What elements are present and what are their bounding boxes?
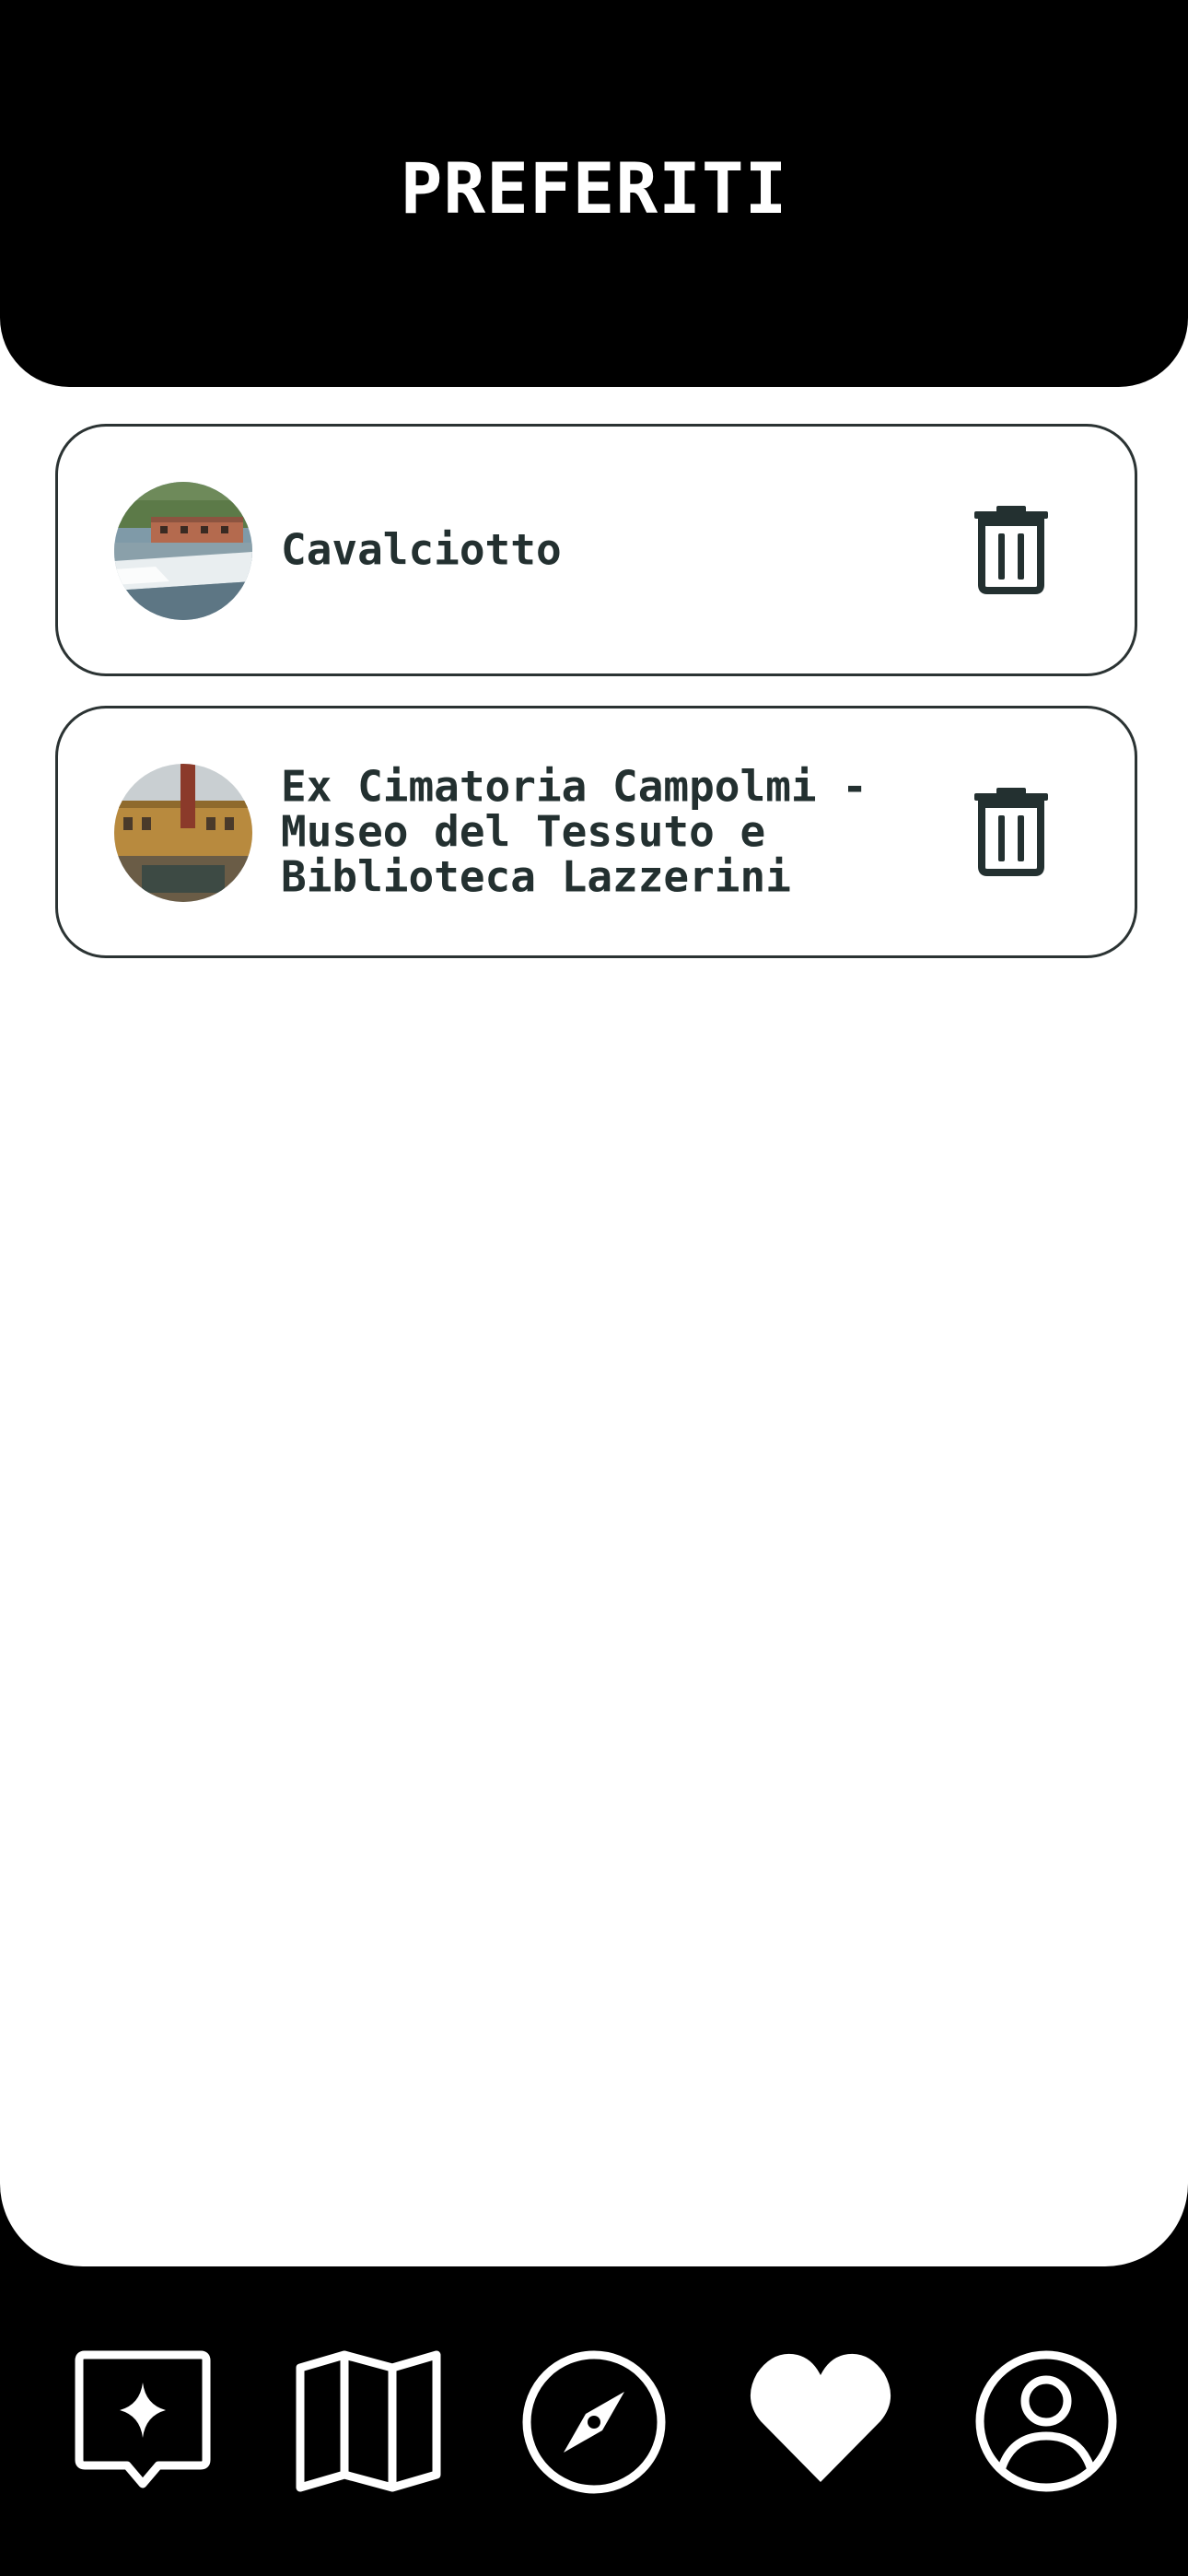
header: PREFERITI (0, 0, 1188, 387)
delete-favorite-button[interactable] (971, 788, 1052, 876)
nav-ai-suggestions[interactable] (74, 2349, 212, 2491)
delete-favorite-button[interactable] (971, 506, 1052, 594)
page-title: PREFERITI (400, 147, 788, 229)
sparkle-chat-icon (75, 2350, 211, 2488)
compass-icon (522, 2350, 666, 2494)
photo-factory-chimney (114, 764, 252, 902)
favorite-card[interactable]: Ex Cimatoria Campolmi - Museo del Tessut… (55, 706, 1137, 958)
map-icon (296, 2350, 441, 2492)
favorite-thumbnail (114, 482, 252, 620)
favorite-name: Ex Cimatoria Campolmi - Museo del Tessut… (281, 761, 868, 902)
nav-explore[interactable] (521, 2349, 667, 2495)
nav-profile[interactable] (974, 2349, 1118, 2493)
favorite-name: Cavalciotto (281, 524, 562, 575)
user-icon (975, 2350, 1117, 2492)
nav-favorites[interactable] (748, 2349, 893, 2484)
heart-icon (750, 2353, 891, 2482)
trash-icon (974, 506, 1048, 594)
favorites-list: Cavalciotto Ex Cimatoria Campolmi - Muse… (55, 424, 1137, 988)
trash-icon (974, 788, 1048, 876)
photo-weir-river (114, 482, 252, 620)
favorite-thumbnail (114, 764, 252, 902)
favorite-card[interactable]: Cavalciotto (55, 424, 1137, 676)
nav-map[interactable] (295, 2349, 442, 2493)
